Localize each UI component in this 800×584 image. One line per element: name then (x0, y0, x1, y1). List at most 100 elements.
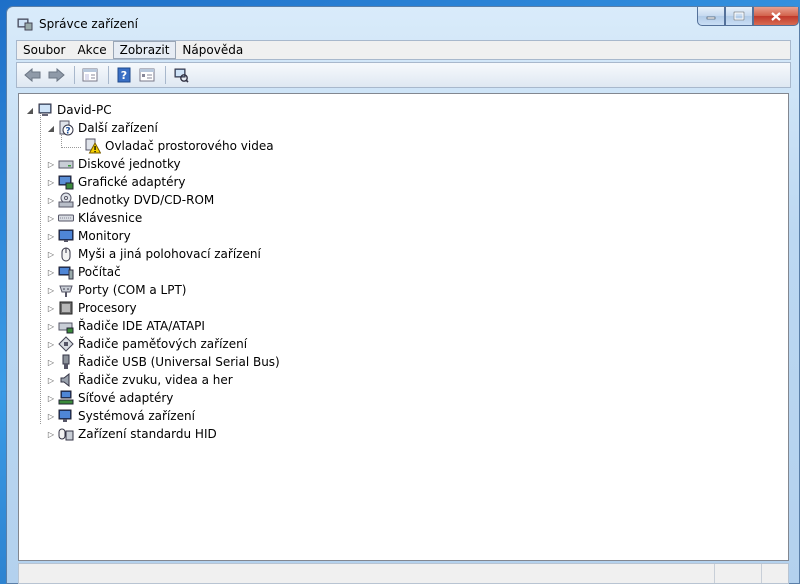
tree-category-label: Porty (COM a LPT) (78, 283, 187, 297)
tree-connector (40, 112, 41, 424)
back-icon (24, 68, 41, 82)
tree-category[interactable]: ▷ Síťové adaptéry (46, 389, 173, 407)
expand-icon[interactable]: ▷ (46, 303, 56, 313)
help-icon: ? (117, 67, 131, 83)
ide-controller-icon (58, 318, 74, 334)
tree-category[interactable]: ▷ Zařízení standardu HID (46, 425, 217, 443)
maximize-button[interactable] (725, 7, 753, 26)
tree-category-dalsi-zarizeni[interactable]: ◢ ? Další zařízení (46, 119, 158, 137)
tree-category[interactable]: ▷ Řadiče IDE ATA/ATAPI (46, 317, 205, 335)
tree-category-label: Grafické adaptéry (78, 175, 186, 189)
storage-controller-icon (58, 336, 74, 352)
tree-category-label: Počítač (78, 265, 121, 279)
tree-root[interactable]: ◢ David-PC (25, 101, 112, 119)
tree-category[interactable]: ▷ Řadiče zvuku, videa a her (46, 371, 233, 389)
tree-category[interactable]: ▷ Řadiče paměťových zařízení (46, 335, 247, 353)
expand-icon[interactable]: ▷ (46, 231, 56, 241)
tree-category[interactable]: ▷ Systémová zařízení (46, 407, 195, 425)
title-bar[interactable]: Správce zařízení (7, 7, 799, 37)
expand-icon[interactable]: ▷ (46, 357, 56, 367)
keyboard-icon (58, 210, 74, 226)
port-icon (58, 282, 74, 298)
tree-category[interactable]: ▷ Procesory (46, 299, 137, 317)
tree-category-label: Síťové adaptéry (78, 391, 174, 405)
expand-icon[interactable]: ▷ (46, 339, 56, 349)
minimize-button[interactable] (697, 7, 725, 26)
expand-icon[interactable]: ▷ (46, 393, 56, 403)
menu-soubor[interactable]: Soubor (17, 41, 71, 59)
tree-device-ovladac[interactable]: Ovladač prostorového videa (85, 137, 274, 155)
disk-drive-icon (58, 156, 74, 172)
show-hide-tree-button[interactable] (80, 65, 100, 85)
network-adapter-icon (58, 390, 74, 406)
help-button[interactable]: ? (114, 65, 134, 85)
device-tree-pane[interactable]: ◢ David-PC ◢ ? Další zařízení Ovladač pr… (18, 93, 789, 561)
computer-icon (37, 102, 53, 118)
show-hide-tree-icon (82, 68, 98, 82)
tree-category[interactable]: ▷ Monitory (46, 227, 131, 245)
tree-category[interactable]: ▷ Diskové jednotky (46, 155, 181, 173)
close-button[interactable] (753, 7, 799, 26)
warning-device-icon (85, 138, 101, 154)
back-button[interactable] (23, 65, 43, 85)
maximize-icon (733, 11, 745, 21)
expand-icon[interactable]: ▷ (46, 429, 56, 439)
expand-icon[interactable]: ▷ (46, 285, 56, 295)
mouse-icon (58, 246, 74, 262)
status-bar-separator (714, 564, 715, 583)
usb-icon (58, 354, 74, 370)
expand-icon[interactable]: ▷ (46, 375, 56, 385)
menu-napoveda[interactable]: Nápověda (176, 41, 249, 59)
menu-akce[interactable]: Akce (71, 41, 112, 59)
svg-text:?: ? (65, 127, 70, 137)
expand-icon[interactable]: ▷ (46, 195, 56, 205)
tree-category[interactable]: ▷ Grafické adaptéry (46, 173, 186, 191)
tree-category-label: Systémová zařízení (78, 409, 195, 423)
status-bar-separator (761, 564, 762, 583)
toolbar: ? (16, 62, 791, 88)
expand-icon[interactable]: ▷ (46, 249, 56, 259)
window-title: Správce zařízení (39, 17, 138, 31)
tree-category[interactable]: ▷ Porty (COM a LPT) (46, 281, 186, 299)
unknown-device-icon: ? (58, 120, 74, 136)
tree-category-label: Diskové jednotky (78, 157, 181, 171)
menu-zobrazit[interactable]: Zobrazit (112, 41, 177, 59)
collapse-icon[interactable]: ◢ (46, 123, 56, 133)
tree-connector (61, 147, 81, 148)
expand-icon[interactable]: ▷ (46, 213, 56, 223)
expand-icon[interactable]: ▷ (46, 267, 56, 277)
device-manager-app-icon (17, 18, 33, 31)
tree-category-label: Myši a jiná polohovací zařízení (78, 247, 261, 261)
scan-hardware-icon (174, 68, 189, 83)
toolbar-separator (108, 66, 109, 84)
tree-category[interactable]: ▷ Myši a jiná polohovací zařízení (46, 245, 261, 263)
forward-button[interactable] (46, 65, 66, 85)
menu-bar: Soubor Akce Zobrazit Nápověda (16, 40, 791, 60)
svg-text:?: ? (121, 69, 127, 82)
tree-category-label: Další zařízení (78, 121, 158, 135)
scan-hardware-button[interactable] (171, 65, 191, 85)
tree-category-label: Řadiče zvuku, videa a her (78, 373, 233, 387)
expand-icon[interactable]: ▷ (46, 411, 56, 421)
expand-icon[interactable]: ▷ (46, 321, 56, 331)
computer-icon (58, 264, 74, 280)
tree-device-label: Ovladač prostorového videa (105, 139, 274, 153)
toolbar-separator (74, 66, 75, 84)
tree-category-label: Klávesnice (78, 211, 143, 225)
properties-button[interactable] (137, 65, 157, 85)
expand-icon[interactable]: ▷ (46, 177, 56, 187)
tree-root-label: David-PC (57, 103, 112, 117)
tree-category[interactable]: ▷ Řadiče USB (Universal Serial Bus) (46, 353, 280, 371)
device-manager-window: Správce zařízení Soubor Akce Zobrazit Ná… (6, 6, 800, 584)
toolbar-separator (165, 66, 166, 84)
tree-category[interactable]: ▷ Jednotky DVD/CD-ROM (46, 191, 214, 209)
forward-icon (48, 68, 65, 82)
collapse-icon[interactable]: ◢ (25, 105, 35, 115)
tree-category-label: Řadiče USB (Universal Serial Bus) (78, 355, 280, 369)
display-adapter-icon (58, 174, 74, 190)
tree-category[interactable]: ▷ Klávesnice (46, 209, 142, 227)
properties-icon (139, 68, 155, 82)
expand-icon[interactable]: ▷ (46, 159, 56, 169)
tree-category[interactable]: ▷ Počítač (46, 263, 121, 281)
close-icon (771, 11, 781, 21)
